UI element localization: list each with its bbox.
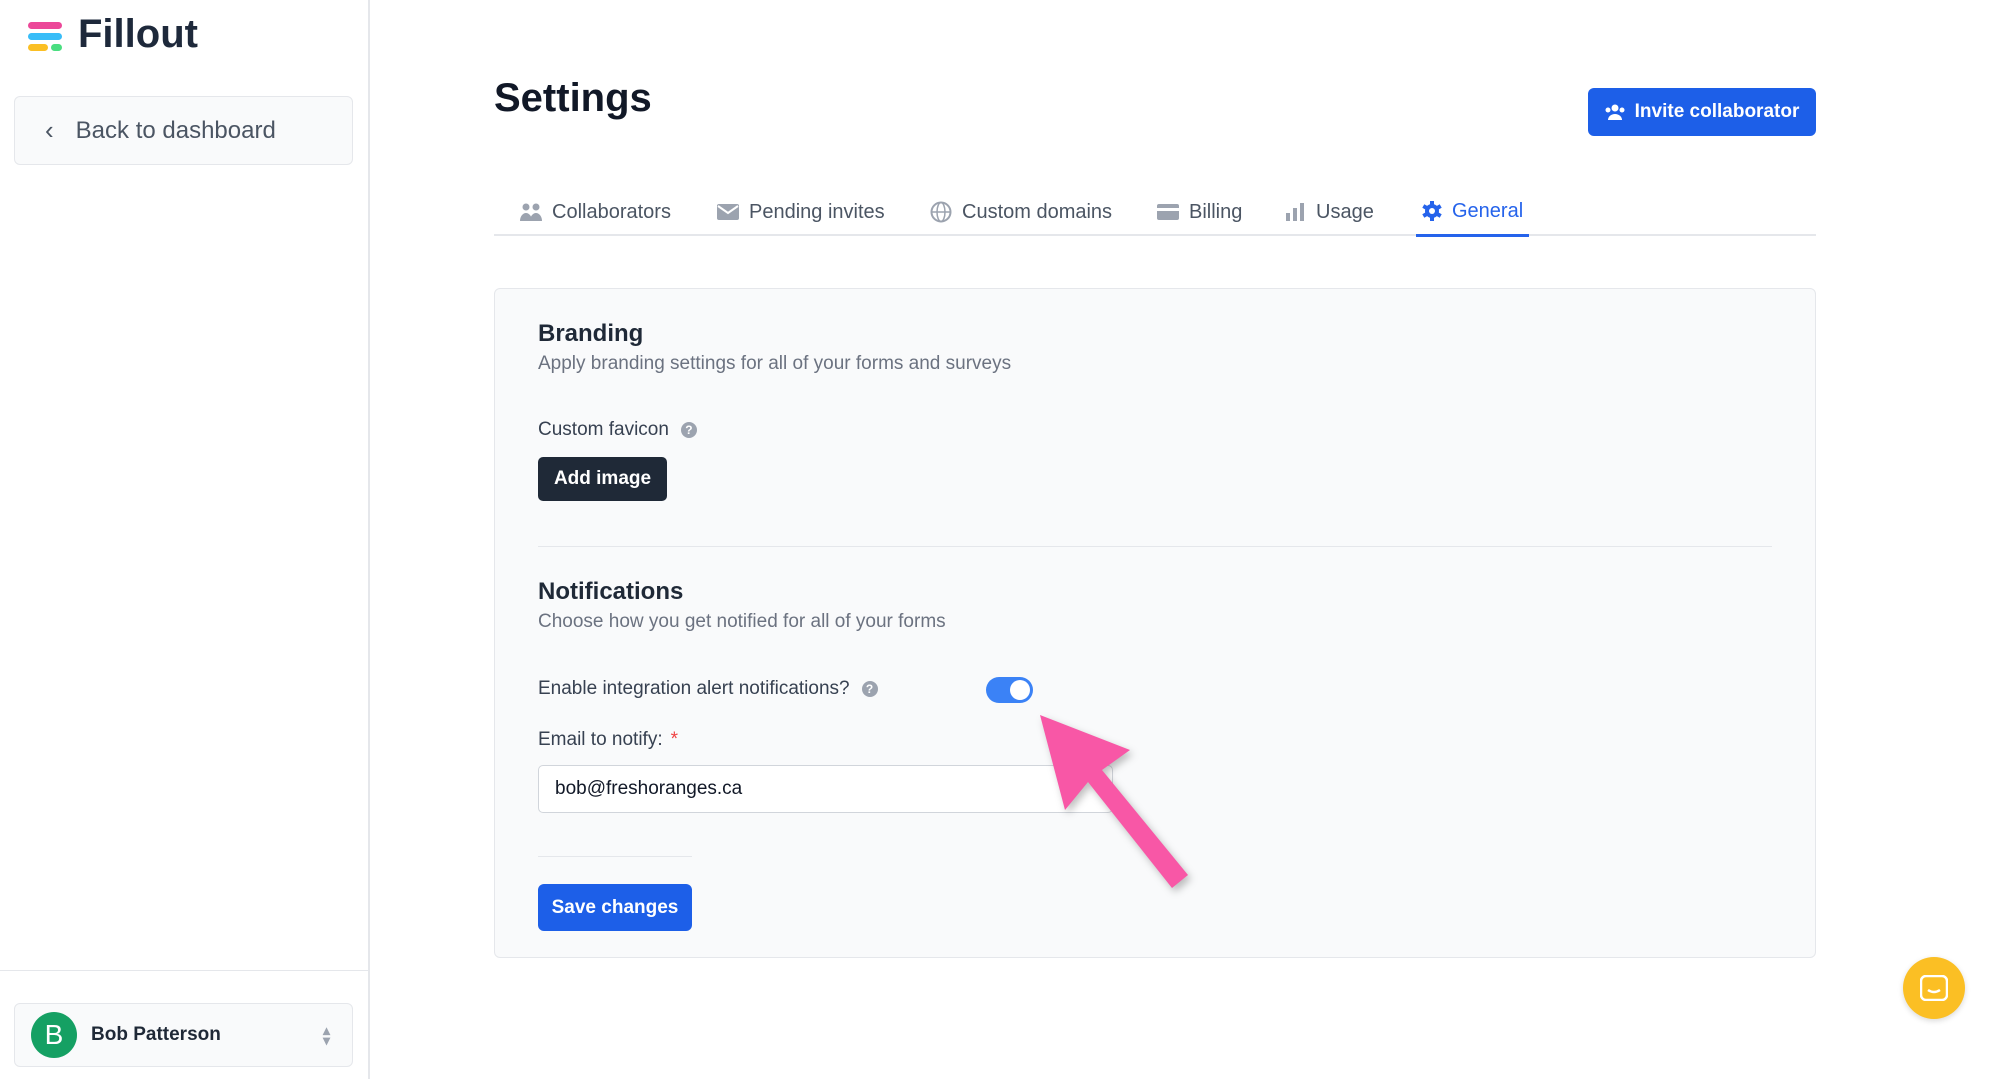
chat-icon — [1920, 975, 1948, 1001]
sidebar: Fillout ‹ Back to dashboard B Bob Patter… — [0, 0, 370, 1079]
chevron-up-down-icon: ▴ ▾ — [322, 1022, 330, 1048]
branding-title: Branding — [538, 320, 644, 347]
email-label: Email to notify: * — [538, 729, 678, 751]
back-label: Back to dashboard — [75, 116, 276, 144]
envelope-icon — [717, 204, 739, 220]
label-text: Custom favicon — [538, 419, 669, 440]
tab-billing[interactable]: Billing — [1157, 188, 1242, 236]
branding-description: Apply branding settings for all of your … — [538, 353, 1012, 374]
settings-tabs: Collaborators Pending invites Custom dom… — [494, 188, 1816, 237]
help-icon[interactable]: ? — [680, 422, 697, 438]
save-changes-button[interactable]: Save changes — [538, 884, 692, 931]
divider — [538, 856, 692, 857]
label-text: Email to notify: — [538, 729, 663, 750]
tab-pending-invites[interactable]: Pending invites — [717, 188, 885, 236]
avatar: B — [31, 1012, 77, 1058]
tab-label: Usage — [1316, 200, 1374, 223]
tab-label: Collaborators — [552, 200, 671, 223]
annotation-arrow-icon — [1040, 715, 1188, 888]
tab-label: General — [1452, 199, 1524, 222]
tab-usage[interactable]: Usage — [1286, 188, 1374, 236]
notifications-title: Notifications — [538, 578, 684, 605]
app-logo-text: Fillout — [78, 12, 198, 56]
required-mark: * — [670, 729, 679, 750]
chat-support-button[interactable] — [1903, 957, 1965, 1019]
tab-general[interactable]: General — [1416, 188, 1530, 237]
invite-label: Invite collaborator — [1634, 101, 1800, 122]
tab-collaborators[interactable]: Collaborators — [520, 188, 671, 236]
fillout-logo-icon — [28, 22, 62, 51]
invite-collaborator-button[interactable]: Invite collaborator — [1588, 88, 1816, 136]
add-image-button[interactable]: Add image — [538, 457, 667, 501]
help-icon[interactable]: ? — [861, 681, 878, 697]
tab-custom-domains[interactable]: Custom domains — [930, 188, 1112, 236]
page-title: Settings — [494, 76, 652, 120]
custom-favicon-label: Custom favicon ? — [538, 419, 697, 441]
gear-icon — [1422, 201, 1442, 221]
user-name: Bob Patterson — [91, 1024, 221, 1045]
credit-card-icon — [1157, 204, 1179, 220]
divider — [538, 546, 1772, 547]
bar-chart-icon — [1286, 203, 1304, 221]
integration-alert-label: Enable integration alert notifications? … — [538, 678, 878, 700]
users-icon — [520, 203, 542, 221]
globe-icon — [930, 201, 952, 223]
notifications-description: Choose how you get notified for all of y… — [538, 611, 946, 632]
users-icon — [1605, 104, 1625, 120]
back-to-dashboard-button[interactable]: ‹ Back to dashboard — [14, 96, 353, 165]
user-menu[interactable]: B Bob Patterson ▴ ▾ — [14, 1003, 353, 1067]
tab-label: Custom domains — [962, 200, 1113, 223]
tab-label: Pending invites — [749, 200, 885, 223]
chevron-left-icon: ‹ — [45, 115, 54, 145]
tab-label: Billing — [1189, 200, 1243, 223]
divider — [0, 970, 370, 971]
label-text: Enable integration alert notifications? — [538, 678, 850, 699]
